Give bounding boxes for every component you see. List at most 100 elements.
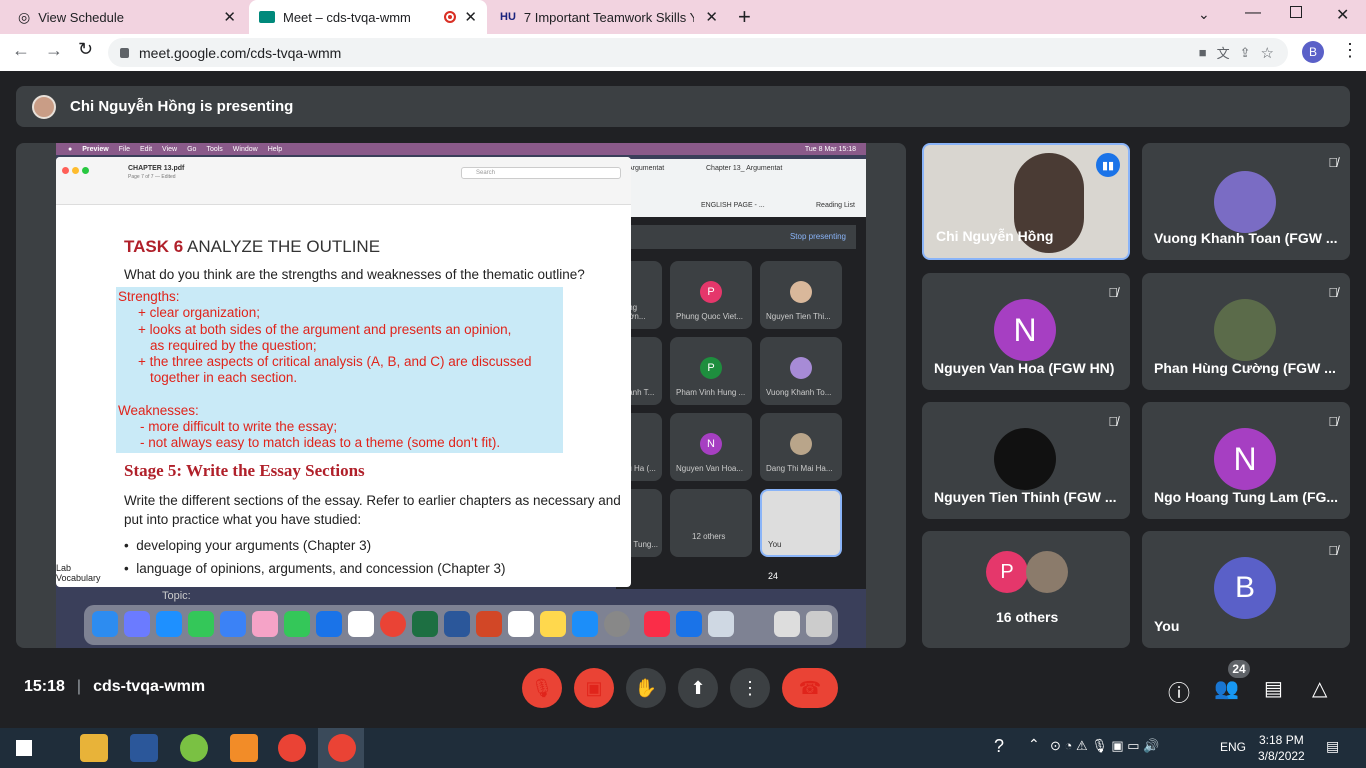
- window-minimize-dot[interactable]: [72, 167, 79, 174]
- mac-menubar: ● Preview File Edit View Go Tools Window…: [56, 143, 866, 155]
- self-tile[interactable]: 🎙̸ B You: [1142, 531, 1350, 648]
- close-tab-icon[interactable]: ✕: [705, 8, 718, 26]
- language-indicator[interactable]: ENG: [1220, 740, 1246, 754]
- close-tab-icon[interactable]: ✕: [223, 8, 236, 26]
- tab-teamwork[interactable]: HU 7 Important Teamwork Skills You ✕: [490, 0, 728, 34]
- tab-title: 7 Important Teamwork Skills You: [523, 9, 694, 25]
- mini-avatar: [790, 281, 812, 303]
- activities-icon: △: [1312, 678, 1328, 700]
- windows-start-icon[interactable]: [16, 740, 32, 756]
- mic-toggle-button[interactable]: 🎙: [522, 668, 562, 708]
- activities-button[interactable]: △: [1312, 676, 1327, 701]
- tab-search-chevron-icon[interactable]: ⌄: [1198, 6, 1210, 23]
- camera-toggle-button[interactable]: ▣: [574, 668, 614, 708]
- inner-browser-chrome: Argumentat Chapter 13_ Argumentat ENGLIS…: [616, 159, 866, 217]
- present-now-button[interactable]: ⬆: [678, 668, 718, 708]
- others-tile[interactable]: P 16 others: [922, 531, 1130, 648]
- participant-tile[interactable]: 🎙̸ N Nguyen Van Hoa (FGW HN): [922, 273, 1130, 390]
- tab-view-schedule[interactable]: ◎ View Schedule ✕: [8, 0, 246, 34]
- apple-icon: ●: [68, 145, 73, 153]
- reload-icon[interactable]: ↻: [78, 39, 93, 60]
- calendar-icon: [348, 611, 374, 637]
- recording-icon: [444, 11, 457, 23]
- clock-date: 3/8/2022: [1258, 749, 1305, 763]
- preview-icon: [708, 611, 734, 637]
- strength-item: + clear organization;: [138, 305, 260, 321]
- url-text: meet.google.com/cds-tvqa-wmm: [139, 44, 342, 61]
- raise-hand-button[interactable]: ✋: [626, 668, 666, 708]
- help-icon[interactable]: ?: [994, 736, 1004, 757]
- camera-icon[interactable]: ■: [1199, 45, 1207, 60]
- menu-item: File: [118, 145, 130, 153]
- taskbar-clock[interactable]: 3:18 PM 3/8/2022: [1258, 732, 1305, 764]
- mini-avatar: N: [700, 433, 722, 455]
- participant-tile[interactable]: 🎙̸ Nguyen Tien Thinh (FGW ...: [922, 402, 1130, 519]
- profile-avatar[interactable]: B: [1302, 41, 1324, 63]
- others-count-label: 16 others: [996, 609, 1059, 625]
- foxit-pdf-icon[interactable]: [230, 734, 258, 762]
- participant-count-badge: 24: [1228, 660, 1250, 678]
- chat-button[interactable]: ▤: [1264, 676, 1283, 701]
- people-icon: 👥: [1214, 678, 1239, 700]
- bookmark-star-icon[interactable]: ☆: [1261, 44, 1274, 62]
- zalo-icon: [676, 611, 702, 637]
- stage-bullets: • developing your arguments (Chapter 3) …: [124, 538, 506, 576]
- chat-icon: ▤: [1264, 678, 1283, 700]
- strengths-block: Strengths: + clear organization; + looks…: [118, 289, 532, 452]
- presenting-banner: Chi Nguyễn Hồng is presenting: [16, 86, 1350, 127]
- participant-tile[interactable]: 🎙̸ Vuong Khanh Toan (FGW ...: [1142, 143, 1350, 260]
- speaking-indicator-icon: ▮▮: [1096, 153, 1120, 177]
- new-tab-button[interactable]: +: [738, 4, 751, 30]
- mini-tile-name: Vuong Khanh To...: [766, 388, 832, 397]
- mini-tile-name: Pham Vinh Hung ...: [676, 388, 746, 397]
- maximize-button[interactable]: [1290, 6, 1302, 18]
- close-tab-icon[interactable]: ✕: [464, 8, 477, 26]
- chrome-icon: [380, 611, 406, 637]
- mini-avatar: P: [700, 281, 722, 303]
- pdf-search-field[interactable]: Search: [461, 167, 621, 179]
- leave-call-button[interactable]: ☎: [782, 668, 838, 708]
- window-zoom-dot[interactable]: [82, 167, 89, 174]
- address-bar[interactable]: meet.google.com/cds-tvqa-wmm ■ 文 ⇪ ☆: [108, 38, 1288, 67]
- tab-meet[interactable]: Meet – cds-tvqa-wmm ✕: [249, 0, 487, 34]
- chrome-icon[interactable]: [278, 734, 306, 762]
- back-arrow-icon[interactable]: ←: [12, 40, 30, 61]
- downloads-icon: [774, 611, 800, 637]
- more-options-button[interactable]: ⋮: [730, 668, 770, 708]
- menu-item: Help: [267, 145, 283, 153]
- participant-tile[interactable]: 🎙̸ N Ngo Hoang Tung Lam (FG...: [1142, 402, 1350, 519]
- presenting-label: Chi Nguyễn Hồng is presenting: [70, 98, 294, 115]
- people-button[interactable]: 👥: [1214, 676, 1239, 701]
- chrome-active-button[interactable]: [318, 728, 364, 768]
- participant-tile[interactable]: 🎙̸ Phan Hùng Cường (FGW ...: [1142, 273, 1350, 390]
- notifications-icon[interactable]: ▤: [1326, 738, 1339, 755]
- forward-arrow-icon[interactable]: →: [45, 40, 63, 61]
- app-icon[interactable]: [180, 734, 208, 762]
- stage-title: Stage 5: Write the Essay Sections: [124, 461, 365, 480]
- word-icon[interactable]: [130, 734, 158, 762]
- translate-icon[interactable]: 文: [1217, 43, 1230, 62]
- bullet-item: language of opinions, arguments, and con…: [136, 561, 506, 576]
- meeting-info-button[interactable]: ⓘ: [1168, 676, 1190, 708]
- show-hidden-icons-chevron[interactable]: ⌃: [1028, 736, 1040, 753]
- mini-avatar: [790, 357, 812, 379]
- music-icon: [644, 611, 670, 637]
- close-window-button[interactable]: ✕: [1336, 5, 1349, 25]
- participant-name: Vuong Khanh Toan (FGW ...: [1154, 230, 1338, 246]
- minimize-button[interactable]: —: [1245, 4, 1261, 22]
- share-icon[interactable]: ⇪: [1240, 45, 1251, 61]
- weakness-item: - not always easy to match ideas to a th…: [140, 435, 501, 451]
- powerpoint-icon: [476, 611, 502, 637]
- mini-tile: Vuong Khanh To...: [760, 337, 842, 405]
- inner-reading-list: Reading List: [816, 202, 855, 209]
- menu-item: Tools: [206, 145, 223, 153]
- window-close-dot[interactable]: [62, 167, 69, 174]
- task-title: ANALYZE THE OUTLINE: [187, 237, 381, 256]
- participant-avatar: [994, 428, 1056, 490]
- file-explorer-icon[interactable]: [80, 734, 108, 762]
- shared-screen-stage: ● Preview File Edit View Go Tools Window…: [16, 143, 906, 648]
- menu-kebab-icon[interactable]: ⋮: [1341, 40, 1359, 61]
- mini-tile-name: Phung Quoc Viet...: [676, 312, 744, 321]
- zalo-icon: [316, 611, 342, 637]
- participant-tile-presenter[interactable]: ▮▮ Chi Nguyễn Hồng: [922, 143, 1130, 260]
